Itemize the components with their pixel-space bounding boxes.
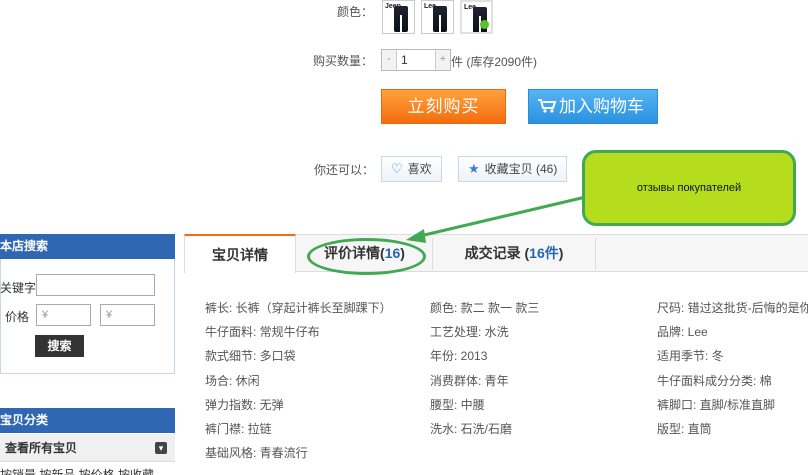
attribute-item: 品牌: Lee — [657, 325, 708, 339]
price-label: 价格 — [5, 310, 30, 324]
attribute-item: 工艺处理: 水洗 — [430, 325, 509, 339]
color-swatch-2[interactable]: Lee — [421, 0, 454, 34]
price-min-input[interactable]: ¥ — [36, 304, 91, 326]
selected-check-icon — [480, 20, 489, 29]
all-items-label: 查看所有宝贝 — [5, 441, 78, 455]
tab-label: 宝贝详情 — [212, 247, 268, 263]
sort-links[interactable]: 按销量 按新品 按价格 按收藏 — [0, 466, 154, 475]
add-to-cart-button[interactable]: 加入购物车 — [528, 89, 658, 124]
shop-search-header: 本店搜索 — [0, 234, 175, 259]
quantity-label: 购买数量： — [313, 54, 374, 68]
favorite-label: 收藏宝贝 (46) — [484, 162, 558, 176]
star-icon: ★ — [468, 161, 480, 176]
attribute-item: 消费群体: 青年 — [430, 374, 509, 388]
attribute-item: 场合: 休闲 — [205, 374, 260, 388]
attribute-item: 适用季节: 冬 — [657, 349, 724, 363]
tab-transactions[interactable]: 成交记录 (16件) — [433, 234, 595, 272]
buy-now-button[interactable]: 立刻购买 — [381, 89, 506, 124]
color-swatch-1[interactable]: Jeep — [382, 0, 415, 34]
tab-suffix: ) — [558, 245, 564, 261]
favorite-button[interactable]: ★ 收藏宝贝 (46) — [458, 156, 568, 182]
attribute-item: 腰型: 中腰 — [430, 398, 485, 412]
attribute-item: 裤脚口: 直脚/标准直脚 — [657, 398, 776, 412]
tab-divider — [595, 238, 596, 270]
quantity-input[interactable]: 1 — [396, 50, 436, 70]
attribute-item: 牛仔面料: 常规牛仔布 — [205, 325, 320, 339]
all-items-link[interactable]: 查看所有宝贝 ▾ — [0, 434, 175, 462]
jeans-thumbnail-icon — [394, 6, 408, 32]
attribute-item: 颜色: 款二 款一 款三 — [430, 301, 540, 315]
jeans-thumbnail-icon — [433, 6, 447, 32]
attribute-item: 裤门襟: 拉链 — [205, 422, 272, 436]
category-title: 宝贝分类 — [0, 413, 49, 427]
keyword-input[interactable] — [36, 274, 155, 296]
add-to-cart-label: 加入购物车 — [559, 97, 644, 116]
chevron-down-icon: ▾ — [155, 442, 167, 454]
attribute-item: 基础风格: 青春流行 — [205, 446, 308, 460]
stock-info: 件 (库存2090件) — [451, 55, 538, 69]
also-label: 你还可以： — [314, 163, 375, 177]
attribute-item: 裤长: 长裤（穿起计裤长至脚踝下） — [205, 301, 392, 315]
quantity-plus-button[interactable]: + — [436, 50, 450, 70]
color-swatches: Jeep Lee Lee — [382, 0, 493, 34]
highlight-circle — [307, 238, 426, 275]
annotation-bubble: отзывы покупателей — [582, 150, 796, 226]
color-swatch-3[interactable]: Lee — [460, 0, 493, 34]
shop-search-title: 本店搜索 — [0, 239, 49, 253]
like-label: 喜欢 — [407, 162, 432, 176]
attribute-item: 尺码: 错过这批货-后悔的是你 — [657, 301, 808, 315]
attribute-item: 版型: 直筒 — [657, 422, 712, 436]
quantity-minus-button[interactable]: - — [382, 50, 396, 70]
quantity-stepper: - 1 + — [381, 49, 451, 71]
keyword-label: 关键字 — [0, 281, 37, 295]
attribute-item: 款式细节: 多口袋 — [205, 349, 296, 363]
like-button[interactable]: ♡ 喜欢 — [381, 156, 442, 182]
heart-icon: ♡ — [391, 161, 403, 176]
cart-icon — [538, 99, 557, 113]
tab-label: 成交记录 ( — [464, 245, 530, 261]
attribute-item: 洗水: 石洗/石磨 — [430, 422, 513, 436]
annotation-text: отзывы покупателей — [636, 182, 742, 194]
attribute-item: 年份: 2013 — [430, 349, 488, 363]
category-header: 宝贝分类 — [0, 408, 175, 433]
color-label: 颜色： — [337, 5, 374, 19]
attribute-item: 弹力指数: 无弹 — [205, 398, 284, 412]
tab-item-details[interactable]: 宝贝详情 — [184, 234, 296, 273]
transaction-count: 16件 — [529, 245, 559, 261]
price-max-input[interactable]: ¥ — [100, 304, 155, 326]
attribute-item: 牛仔面料成分分类: 棉 — [657, 374, 772, 388]
search-button[interactable]: 搜索 — [35, 335, 84, 357]
